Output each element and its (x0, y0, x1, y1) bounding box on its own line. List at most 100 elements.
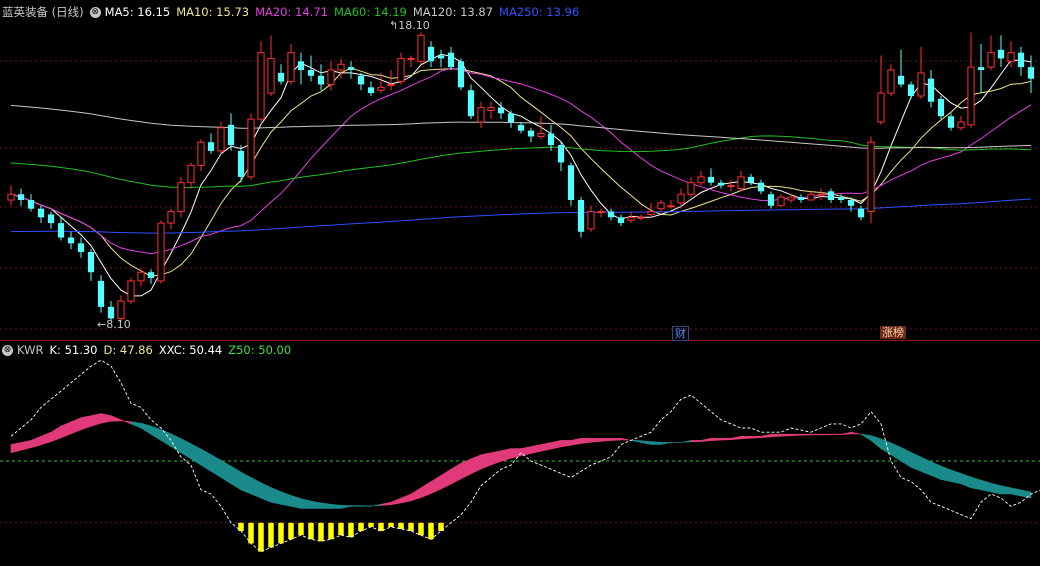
candle-body (707, 176, 715, 183)
candle-body (77, 243, 85, 252)
candle (557, 142, 565, 172)
candle (317, 64, 325, 91)
candle (647, 202, 655, 218)
kd-band-segment (600, 437, 612, 442)
kd-band-segment (950, 469, 962, 485)
kd-band-segment (420, 481, 432, 498)
ma60-line (10, 135, 1032, 189)
candle-body (727, 185, 735, 188)
kd-band-segment (130, 421, 142, 429)
candle (827, 188, 835, 203)
ma-legend-item-2: MA20: 14.71 (255, 5, 328, 19)
candle (87, 249, 95, 281)
kd-band-segment (100, 413, 112, 424)
candle-body (117, 300, 125, 319)
candle-body (877, 92, 885, 123)
candle-body (787, 196, 795, 201)
candle-body (807, 193, 815, 201)
kd-band-segment (180, 438, 192, 460)
candle-body (957, 121, 965, 129)
kd-band-segment (930, 461, 942, 480)
candle-body (277, 72, 285, 82)
candle (127, 278, 135, 304)
kd-band-segment (300, 498, 312, 509)
candle-body (167, 211, 175, 224)
kd-band-segment (270, 487, 282, 505)
candle-body (517, 124, 525, 131)
candle-body (407, 57, 415, 60)
candle (1017, 46, 1025, 76)
candle-body (697, 176, 705, 184)
kd-band-segment (510, 448, 522, 459)
kd-band-segment (200, 448, 212, 472)
candle-body (347, 67, 355, 70)
kd-band-segment (920, 456, 932, 476)
candle-body (357, 75, 365, 85)
kd-band-segment (380, 501, 392, 506)
candle-body (217, 127, 225, 152)
candle (257, 41, 265, 122)
candlesticks (7, 32, 1035, 322)
kwr-toggle-icon[interactable]: ⊗ (2, 344, 13, 356)
kd-band-segment (40, 431, 52, 446)
candle-body (947, 116, 955, 128)
candle-body (147, 272, 155, 278)
finance-marker[interactable]: 财 (672, 326, 689, 341)
kd-band-segment (50, 425, 62, 443)
candle (977, 44, 985, 94)
candle (477, 101, 485, 128)
candle (167, 208, 175, 229)
candle-body (897, 75, 905, 85)
kd-band-segment (940, 465, 952, 482)
candle-body (487, 107, 495, 111)
kd-band-segment (120, 419, 132, 425)
candle (197, 139, 205, 172)
candle-body (297, 61, 305, 70)
candle-body (477, 107, 485, 123)
kd-band-segment (560, 440, 572, 448)
candle-body (747, 176, 755, 183)
kd-band-segment (850, 431, 862, 435)
candle (457, 58, 465, 91)
candle-body (547, 133, 555, 146)
candle-body (427, 46, 435, 62)
kd-band-segment (770, 433, 782, 438)
kd-band-segment (860, 433, 872, 441)
candle (577, 197, 585, 238)
candle-body (667, 205, 675, 208)
kd-band-segment (220, 459, 232, 485)
kd-band-segment (700, 437, 712, 442)
kd-band-segment (820, 433, 832, 436)
candle (277, 64, 285, 85)
candle (797, 194, 805, 203)
candle-body (257, 52, 265, 120)
kd-band-segment (30, 435, 42, 449)
limit-up-marker[interactable]: 涨榜 (880, 326, 906, 339)
candle-body (977, 67, 985, 70)
candle (7, 185, 15, 206)
legend-toggle-icon[interactable]: ⊗ (89, 6, 101, 18)
kd-band-segment (570, 437, 582, 446)
candle-body (717, 182, 725, 186)
candle-body (917, 72, 925, 97)
candle-body (647, 211, 655, 215)
candle (387, 70, 395, 91)
candle (607, 208, 615, 221)
candle-body (677, 193, 685, 204)
candle (407, 55, 415, 68)
candle (777, 194, 785, 207)
candle (707, 168, 715, 186)
candle-body (187, 164, 195, 184)
kwr-legend-item-4: Z50: 50.00 (228, 343, 292, 357)
candle (347, 61, 355, 79)
candle (437, 49, 445, 68)
candle (917, 46, 925, 99)
candle (397, 52, 405, 85)
kd-band-segment (750, 435, 762, 439)
candle-body (657, 202, 665, 210)
candle (747, 174, 755, 186)
candle-body (447, 52, 455, 68)
kd-band-segment (550, 440, 562, 450)
kd-band-segment (620, 437, 632, 441)
stock-chart-window: 蓝英装备 (日线) ⊗ MA5: 16.15 MA10: 15.73 MA20: 1… (0, 0, 1040, 566)
